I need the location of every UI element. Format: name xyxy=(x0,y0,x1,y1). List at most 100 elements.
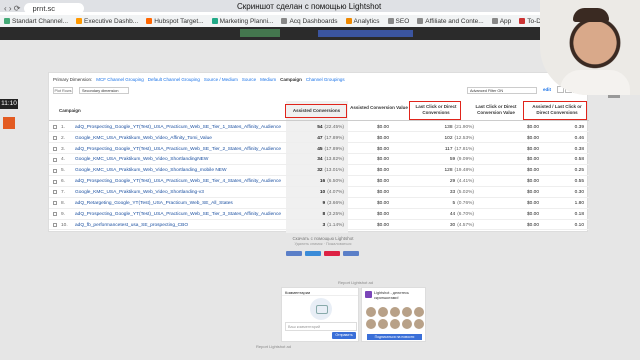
send-comment-button[interactable]: Отправить xyxy=(332,332,356,339)
stop-record-icon[interactable] xyxy=(3,117,15,129)
assisted-amount: $0.00 xyxy=(376,179,389,185)
campaign-link[interactable]: adQ_Prospecting_Google_YT(Test)_USA_Prac… xyxy=(75,125,281,130)
subscribe-button[interactable]: Подписаться на новости xyxy=(367,334,422,340)
assisted-value-cell: $0.00 xyxy=(349,157,389,162)
share-facebook-icon[interactable] xyxy=(286,251,302,256)
row-checkbox[interactable] xyxy=(53,168,57,173)
campaign-link[interactable]: adQ_fb_performancetest_usa_SE_prospectin… xyxy=(75,223,188,228)
assisted-value-cell: $0.00 xyxy=(349,125,389,130)
bookmark-label: Acq Dashboards xyxy=(289,17,338,25)
campaign-link[interactable]: Google_KMC_USA_Praktikum_Web_Video_Short… xyxy=(75,157,208,162)
bookmark-icon xyxy=(281,18,288,24)
assisted-pct: (13.82%) xyxy=(324,157,344,163)
row-checkbox[interactable] xyxy=(53,201,57,206)
campaign-link[interactable]: adQ_Prospecting_Google_YT(Test)_USA_Prac… xyxy=(75,179,281,184)
follower-avatars xyxy=(366,307,424,329)
report-ad-link-top[interactable]: Report Lightshot ad xyxy=(338,280,373,285)
row-checkbox[interactable] xyxy=(53,135,57,140)
bookmark-item[interactable]: App xyxy=(491,18,511,25)
header-logo-icon xyxy=(240,29,280,37)
bookmark-item[interactable]: Affiliate and Conte... xyxy=(417,18,484,25)
campaign-link[interactable]: adQ_Prospecting_Google_YT(Test)_USA_Prac… xyxy=(75,212,281,217)
assisted-value: 9 xyxy=(322,201,326,207)
dimension-option[interactable]: Campaign xyxy=(280,77,302,82)
assisted-amount: $0.00 xyxy=(376,190,389,196)
assisted-value-cell: $0.00 xyxy=(349,201,389,206)
row-checkbox[interactable] xyxy=(53,146,57,151)
avatar xyxy=(378,307,388,317)
assisted-value: 45 xyxy=(317,146,323,152)
assisted-amount: $0.00 xyxy=(376,211,389,217)
table-row: 8. adQ_Retargeting_Google_YT(Test)_USA_Pr… xyxy=(49,198,589,209)
campaign-link[interactable]: Google_KMC_USA_Praktikum_Web_Video_Affin… xyxy=(75,136,212,141)
row-number: 5. xyxy=(61,168,66,174)
bookmark-item[interactable]: Marketing Planni... xyxy=(211,17,274,25)
last-click-cell: 59 (9.09%) xyxy=(419,157,474,162)
assisted-value-cell: $0.00 xyxy=(349,168,389,173)
ratio-cell: 0.30 xyxy=(574,190,584,196)
assisted-cell: 3 (1.14%) xyxy=(289,223,344,228)
row-checkbox[interactable] xyxy=(53,223,57,228)
download-note[interactable]: Скачать с помощью Lightshot xyxy=(268,236,378,241)
bookmark-item[interactable]: SEO xyxy=(387,18,409,25)
bookmark-label: Standart Channel... xyxy=(12,17,69,25)
ratio-cell: 0.39 xyxy=(574,124,584,130)
back-forward-icon[interactable]: ‹ › ⟳ xyxy=(4,4,20,13)
share-vk-icon[interactable] xyxy=(343,251,359,256)
bookmark-item[interactable]: Hubspot Target... xyxy=(146,18,204,25)
plot-rows-button[interactable]: Plot Rows xyxy=(53,87,73,94)
last-click-value: 138 xyxy=(444,124,453,130)
col-campaign[interactable]: Campaign xyxy=(59,108,81,114)
edit-filter-link[interactable]: edit xyxy=(543,87,551,92)
last-click-pct: (5.02%) xyxy=(457,190,474,196)
campaign-link[interactable]: Google_KMC_USA_Praktikum_Web_Video_Short… xyxy=(75,168,227,173)
assisted-amount: $0.00 xyxy=(376,201,389,207)
url-field[interactable]: prnt.sc xyxy=(24,3,85,14)
highlight-box-last-click xyxy=(409,101,461,120)
share-twitter-icon[interactable] xyxy=(305,251,321,256)
row-checkbox[interactable] xyxy=(53,125,57,129)
dimension-option[interactable]: Medium xyxy=(260,77,276,82)
dimension-option[interactable]: Default Channel Grouping xyxy=(148,77,200,82)
dimension-option[interactable]: MCF Channel Grouping xyxy=(96,77,144,82)
row-checkbox[interactable] xyxy=(53,179,57,184)
bookmark-label: Marketing Planni... xyxy=(219,17,274,25)
row-checkbox[interactable] xyxy=(53,212,57,217)
campaign-link[interactable]: Google_KMC_USA_Praktikum_Web_Video_Short… xyxy=(75,190,204,195)
bookmark-item[interactable]: Acq Dashboards xyxy=(281,17,338,25)
bookmark-item[interactable]: Analytics xyxy=(345,18,380,25)
campaign-link[interactable]: adQ_Prospecting_Google_YT(Test)_USA_Prac… xyxy=(75,147,281,152)
dimension-option[interactable]: Channel Groupings xyxy=(306,77,345,82)
assisted-pct: (6.50%) xyxy=(327,179,344,185)
report-ad-link-bottom[interactable]: Report Lightshot ad xyxy=(256,344,291,349)
table-row: 6. adQ_Prospecting_Google_YT(Test)_USA_Pr… xyxy=(49,177,589,187)
share-pinterest-icon[interactable] xyxy=(324,251,340,256)
col-last-click-value[interactable]: Last Click or Direct Conversion Value xyxy=(467,104,525,115)
assisted-cell: 10 (4.07%) xyxy=(289,190,344,195)
campaign-link[interactable]: adQ_Retargeting_Google_YT(Test)_USA_Prac… xyxy=(75,201,233,206)
row-checkbox[interactable] xyxy=(53,190,57,195)
assisted-value-cell: $0.00 xyxy=(349,147,389,152)
row-checkbox[interactable] xyxy=(53,157,57,162)
delete-report-links[interactable]: Удалить снимок · Пожаловаться xyxy=(268,242,378,246)
webcam-overlay xyxy=(540,0,640,95)
avatar xyxy=(414,319,424,329)
last-click-pct: (21.90%) xyxy=(454,124,474,130)
avatar xyxy=(378,319,388,329)
dimension-option[interactable]: Source xyxy=(242,77,256,82)
last-click-cell: 30 (4.57%) xyxy=(419,223,474,228)
bookmark-item[interactable]: Executive Dashb... xyxy=(76,18,138,25)
dimension-option[interactable]: Source / Medium xyxy=(204,77,238,82)
last-click-value: 33 xyxy=(449,190,456,196)
secondary-dimension-select[interactable]: Secondary dimension xyxy=(79,87,129,94)
assisted-value-cell: $0.00 xyxy=(349,223,389,228)
bookmark-icon xyxy=(345,18,352,24)
assisted-value: 54 xyxy=(317,124,323,130)
row-number: 4. xyxy=(61,157,66,163)
col-assisted-value[interactable]: Assisted Conversion Value xyxy=(349,105,409,111)
bookmark-item[interactable]: Standart Channel... xyxy=(4,18,68,25)
comment-input[interactable]: Ваш комментарий xyxy=(285,322,357,331)
avatar xyxy=(414,307,424,317)
advanced-filter-field[interactable]: Advanced Filter ON xyxy=(467,87,537,94)
presenter-shirt xyxy=(560,70,630,95)
